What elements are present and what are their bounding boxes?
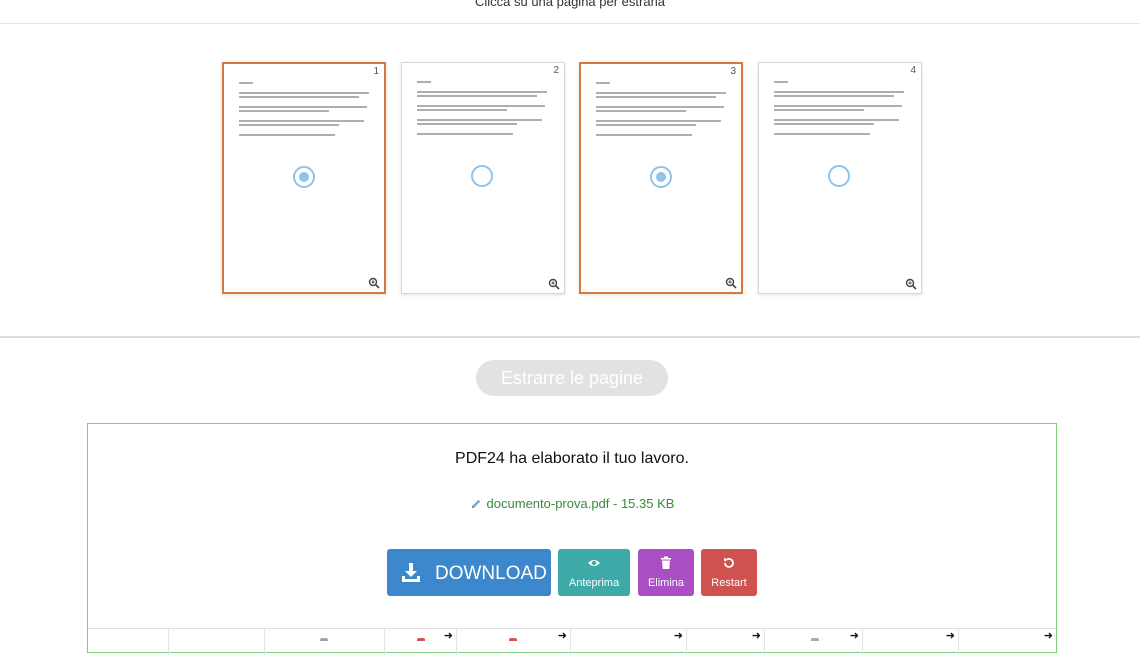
top-divider — [0, 23, 1140, 24]
page-thumbnail-2[interactable]: 2 — [401, 62, 565, 294]
restart-icon — [724, 557, 734, 568]
page-number: 4 — [910, 65, 916, 76]
page-thumbnail-1[interactable]: 1 — [222, 62, 386, 294]
zoom-icon[interactable] — [368, 277, 380, 289]
file-info[interactable]: documento-prova.pdf - 15.35 KB — [88, 496, 1056, 511]
delete-label: Elimina — [647, 577, 685, 589]
zoom-icon[interactable] — [548, 278, 560, 290]
preview-button[interactable]: Anteprima — [558, 549, 630, 596]
page-select-radio[interactable] — [471, 165, 493, 187]
page-text-preview — [239, 82, 373, 138]
result-panel: PDF24 ha elaborato il tuo lavoro. docume… — [87, 423, 1057, 655]
pencil-icon[interactable] — [470, 498, 482, 510]
section-divider — [0, 336, 1140, 338]
tool-cell[interactable]: ➜ — [384, 629, 457, 655]
page-thumbnails: 1 2 3 4 — [0, 62, 1140, 296]
tool-cell[interactable]: ➜ — [686, 629, 765, 655]
page-select-radio[interactable] — [650, 166, 672, 188]
download-icon — [402, 563, 420, 582]
tool-cell[interactable] — [168, 629, 265, 655]
page-number: 1 — [373, 66, 379, 77]
file-name-size: documento-prova.pdf - 15.35 KB — [486, 496, 675, 511]
restart-label: Restart — [711, 577, 747, 589]
tool-cell[interactable]: ➜ — [570, 629, 687, 655]
page-number: 2 — [553, 65, 559, 76]
arrow-right-icon: ➜ — [945, 630, 955, 642]
tools-row: ➜ ➜ ➜ ➜ ➜ ➜ ➜ — [88, 628, 1056, 655]
trash-icon — [661, 556, 671, 569]
eye-icon — [588, 560, 600, 566]
arrow-right-icon: ➜ — [849, 630, 859, 642]
arrow-right-icon: ➜ — [443, 630, 453, 642]
page-thumbnail-3[interactable]: 3 — [579, 62, 743, 294]
download-button[interactable]: DOWNLOAD — [387, 549, 551, 596]
tool-cell[interactable] — [264, 629, 385, 655]
arrow-right-icon: ➜ — [751, 630, 761, 642]
arrow-right-icon: ➜ — [673, 630, 683, 642]
preview-label: Anteprima — [568, 577, 620, 589]
page-text-preview — [596, 82, 730, 138]
zoom-icon[interactable] — [905, 278, 917, 290]
extract-pages-button[interactable]: Estrarre le pagine — [476, 360, 668, 396]
page-text-preview — [417, 81, 551, 137]
page-select-radio[interactable] — [293, 166, 315, 188]
arrow-right-icon: ➜ — [1043, 630, 1053, 642]
page-number: 3 — [730, 66, 736, 77]
tool-cell[interactable]: ➜ — [456, 629, 571, 655]
page-text-preview — [774, 81, 908, 137]
tool-cell[interactable]: ➜ — [958, 629, 1057, 655]
arrow-right-icon: ➜ — [557, 630, 567, 642]
zoom-icon[interactable] — [725, 277, 737, 289]
page-select-radio[interactable] — [828, 165, 850, 187]
delete-button[interactable]: Elimina — [638, 549, 694, 596]
result-title: PDF24 ha elaborato il tuo lavoro. — [455, 450, 689, 467]
tool-cell[interactable]: ➜ — [764, 629, 863, 655]
download-label: DOWNLOAD — [435, 563, 547, 584]
restart-button[interactable]: Restart — [701, 549, 757, 596]
tool-cell[interactable]: ➜ — [862, 629, 959, 655]
page-thumbnail-4[interactable]: 4 — [758, 62, 922, 294]
instruction-text: Clicca su una pagina per estrarla — [474, 0, 666, 9]
